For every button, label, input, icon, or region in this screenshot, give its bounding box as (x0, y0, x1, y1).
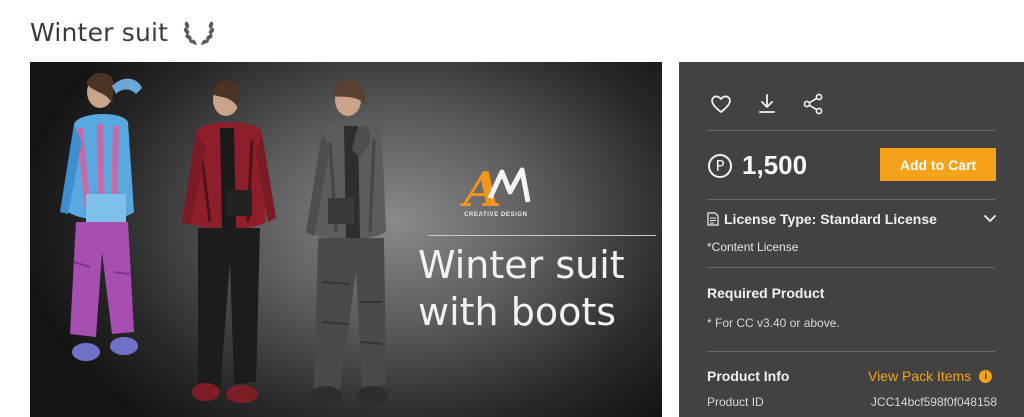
document-icon (707, 212, 719, 226)
share-icon[interactable] (801, 92, 825, 116)
product-hero-image[interactable]: A CREATIVE DESIGN Winter suit with boots (30, 62, 662, 417)
panel-divider (707, 267, 995, 268)
add-to-cart-button[interactable]: Add to Cart (880, 148, 996, 181)
required-product-note: * For CC v3.40 or above. (707, 316, 840, 330)
product-title-row: Winter suit (30, 12, 216, 52)
am-creative-design-logo: A (460, 162, 531, 214)
product-id-label: Product ID (707, 395, 764, 409)
hero-headline-line2: with boots (418, 290, 617, 334)
model-figure-floral (60, 73, 142, 361)
hero-divider (428, 235, 656, 236)
license-type-row[interactable]: License Type: Standard License (707, 211, 997, 227)
model-figure-red (182, 80, 276, 403)
license-type-label: License Type: Standard License (724, 211, 937, 227)
required-product-heading: Required Product (707, 285, 825, 301)
model-figure-grey (306, 79, 388, 406)
panel-divider (707, 199, 995, 200)
heart-icon[interactable] (709, 92, 733, 116)
panel-divider (707, 130, 995, 131)
purchase-panel: P 1,500 Add to Cart License Type: Standa… (679, 62, 1024, 417)
laurel-wreath-icon (183, 21, 215, 45)
view-pack-items-label: View Pack Items (868, 368, 972, 384)
download-icon[interactable] (755, 92, 779, 116)
model-figures (60, 73, 388, 406)
product-id-value: JCC14bcf598f0f048158 (870, 395, 997, 409)
hero-headline-line1: Winter suit (418, 243, 625, 287)
product-info-heading: Product Info (707, 368, 790, 384)
points-currency-icon: P (708, 153, 732, 178)
brand-subtitle: CREATIVE DESIGN (464, 212, 528, 218)
content-license-note: *Content License (707, 240, 799, 254)
chevron-down-icon[interactable] (983, 214, 997, 224)
price-value: 1,500 (742, 150, 808, 180)
product-title: Winter suit (30, 17, 169, 47)
info-icon: i (979, 369, 993, 383)
panel-divider (707, 351, 995, 352)
view-pack-items-link[interactable]: View Pack Items i (868, 368, 993, 384)
action-icons (709, 92, 825, 116)
price-display: P 1,500 (708, 150, 807, 181)
